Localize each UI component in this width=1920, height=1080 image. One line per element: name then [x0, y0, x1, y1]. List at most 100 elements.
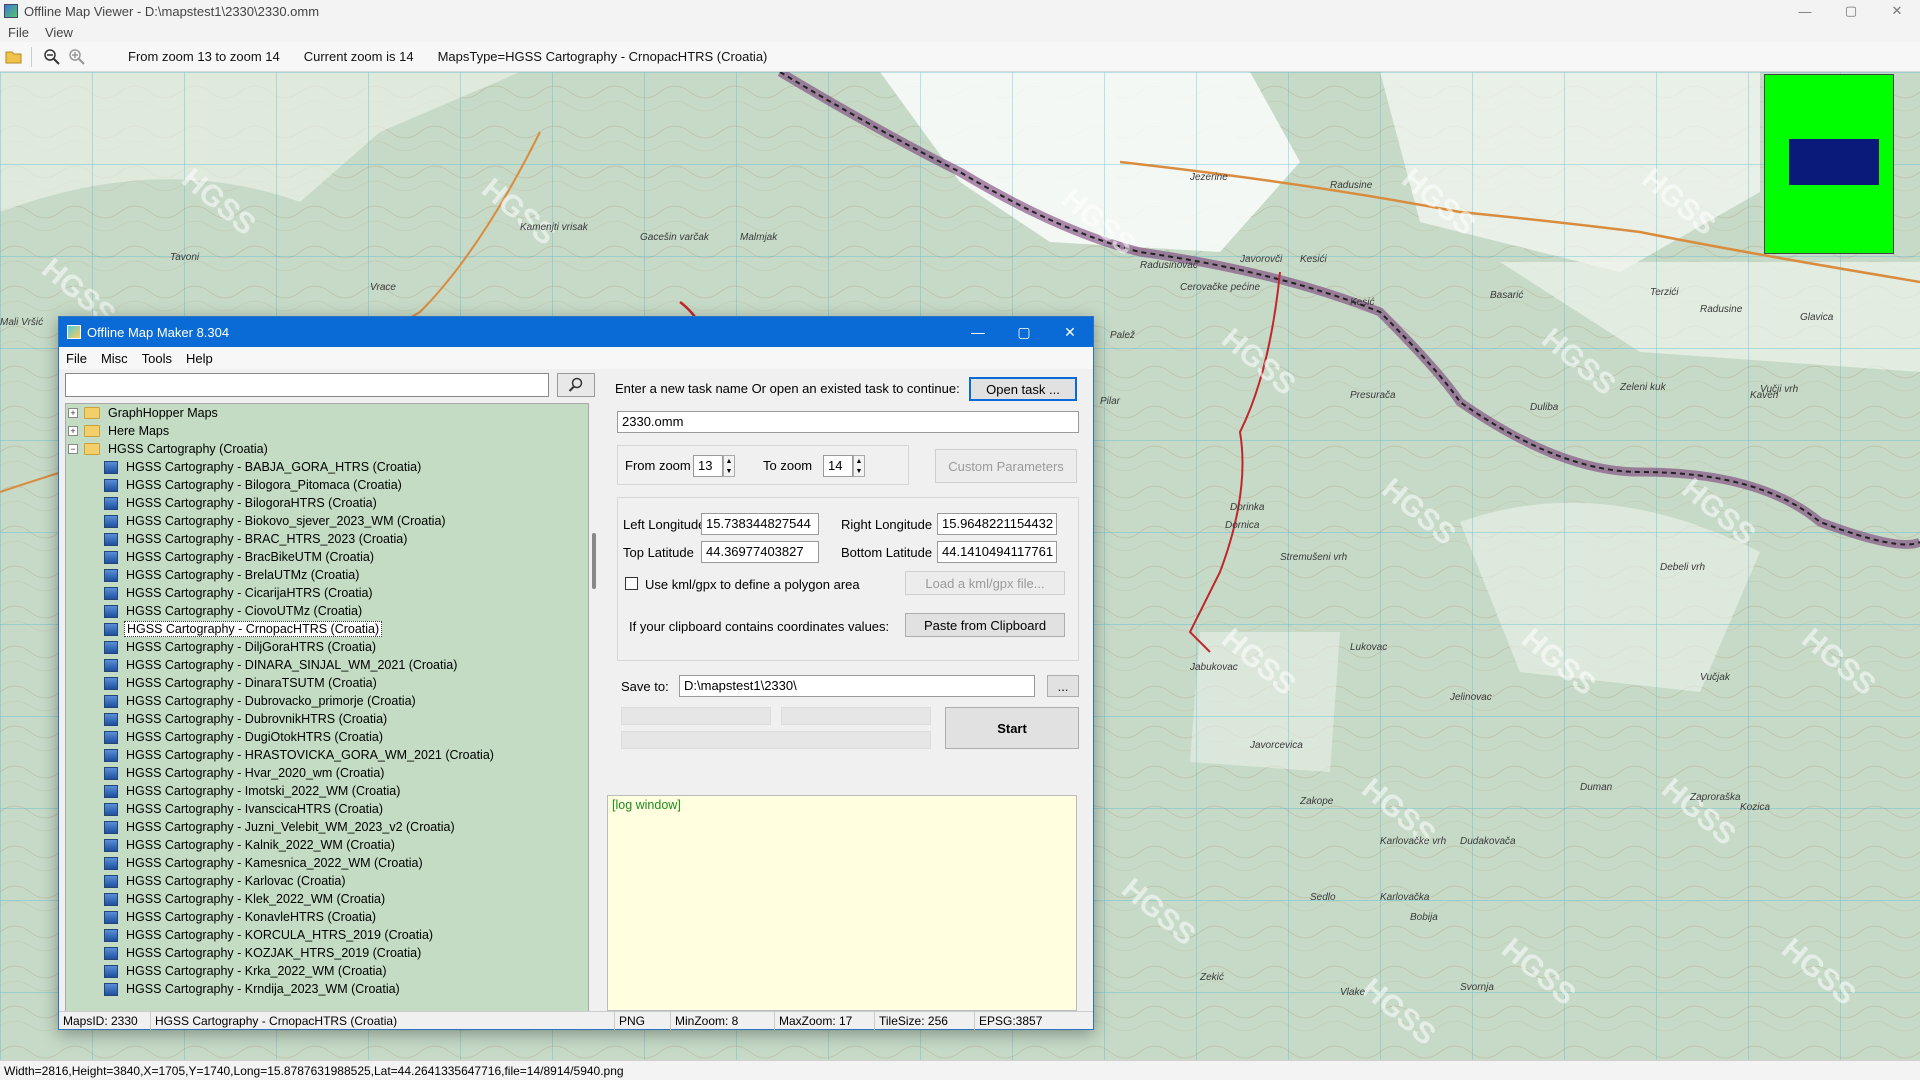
- open-task-button[interactable]: Open task ...: [969, 377, 1077, 401]
- app-icon: [4, 4, 18, 18]
- log-scrollbar[interactable]: [1077, 795, 1091, 1011]
- close-button[interactable]: ✕: [1874, 0, 1920, 22]
- tree-map-item[interactable]: HGSS Cartography - CiovoUTMz (Croatia): [66, 602, 588, 620]
- tree-map-item[interactable]: HGSS Cartography - BrelaUTMz (Croatia): [66, 566, 588, 584]
- from-zoom-spinner[interactable]: ▲ ▼: [723, 455, 735, 477]
- tree-scroll-thumb[interactable]: [592, 533, 596, 589]
- dialog-maximize-button[interactable]: ▢: [1001, 317, 1047, 347]
- task-name-input[interactable]: 2330.omm: [617, 411, 1079, 433]
- tree-map-item[interactable]: HGSS Cartography - Kamesnica_2022_WM (Cr…: [66, 854, 588, 872]
- overview-viewport[interactable]: [1789, 139, 1879, 185]
- format-status: PNG: [615, 1011, 671, 1030]
- tree-folder[interactable]: − HGSS Cartography (Croatia): [66, 440, 588, 458]
- tree-map-item[interactable]: HGSS Cartography - KORCULA_HTRS_2019 (Cr…: [66, 926, 588, 944]
- tree-map-item[interactable]: HGSS Cartography - BRAC_HTRS_2023 (Croat…: [66, 530, 588, 548]
- tree-map-item[interactable]: HGSS Cartography - Imotski_2022_WM (Croa…: [66, 782, 588, 800]
- dialog-menu-file[interactable]: File: [59, 351, 94, 366]
- right-longitude-label: Right Longitude: [841, 517, 933, 532]
- tree-folder[interactable]: + Here Maps: [66, 422, 588, 440]
- maps-search-input[interactable]: [65, 373, 549, 397]
- tree-scrollbar[interactable]: [589, 403, 601, 1013]
- folder-icon: [84, 425, 100, 437]
- tree-map-label: HGSS Cartography - DubrovnikHTRS (Croati…: [126, 712, 388, 726]
- tree-map-item[interactable]: HGSS Cartography - KOZJAK_HTRS_2019 (Cro…: [66, 944, 588, 962]
- tree-map-item[interactable]: HGSS Cartography - Hvar_2020_wm (Croatia…: [66, 764, 588, 782]
- dialog-menu-tools[interactable]: Tools: [135, 351, 179, 366]
- overview-minimap[interactable]: [1764, 74, 1894, 254]
- tree-map-item[interactable]: HGSS Cartography - BABJA_GORA_HTRS (Croa…: [66, 458, 588, 476]
- tree-map-item[interactable]: HGSS Cartography - BilogoraHTRS (Croatia…: [66, 494, 588, 512]
- tree-map-item[interactable]: HGSS Cartography - DinaraTSUTM (Croatia): [66, 674, 588, 692]
- search-button[interactable]: [557, 373, 595, 397]
- save-to-input[interactable]: D:\mapstest1\2330\: [679, 675, 1035, 697]
- zoom-out-icon[interactable]: [41, 46, 63, 68]
- log-window[interactable]: [log window]: [607, 795, 1077, 1011]
- start-button[interactable]: Start: [945, 707, 1079, 749]
- tree-map-item[interactable]: HGSS Cartography - DugiOtokHTRS (Croatia…: [66, 728, 588, 746]
- tree-map-item[interactable]: HGSS Cartography - DINARA_SINJAL_WM_2021…: [66, 656, 588, 674]
- map-source-icon: [104, 496, 118, 510]
- from-zoom-input[interactable]: 13: [693, 455, 723, 477]
- to-zoom-spinner[interactable]: ▲ ▼: [853, 455, 865, 477]
- use-kml-checkbox[interactable]: [625, 577, 638, 590]
- map-place-label: Zaproraška: [1690, 792, 1741, 803]
- open-folder-icon[interactable]: [3, 46, 25, 68]
- dialog-minimize-button[interactable]: —: [955, 317, 1001, 347]
- map-place-label: Zeleni kuk: [1620, 382, 1666, 393]
- minimize-button[interactable]: —: [1782, 0, 1828, 22]
- load-kml-button[interactable]: Load a kml/gpx file...: [905, 571, 1065, 595]
- to-zoom-input[interactable]: 14: [823, 455, 853, 477]
- tree-map-item[interactable]: HGSS Cartography - Dubrovacko_primorje (…: [66, 692, 588, 710]
- left-longitude-label: Left Longitude: [623, 517, 706, 532]
- tree-map-label: HGSS Cartography - CrnopacHTRS (Croatia): [124, 621, 383, 637]
- browse-button[interactable]: ...: [1047, 675, 1079, 697]
- toolbar-separator: [31, 46, 32, 67]
- tree-map-item[interactable]: HGSS Cartography - Biokovo_sjever_2023_W…: [66, 512, 588, 530]
- tree-map-item[interactable]: HGSS Cartography - CrnopacHTRS (Croatia): [66, 620, 588, 638]
- map-place-label: Basarić: [1490, 290, 1524, 301]
- tree-map-item[interactable]: HGSS Cartography - IvanscicaHTRS (Croati…: [66, 800, 588, 818]
- menu-view[interactable]: View: [37, 25, 81, 40]
- map-place-label: Glavica: [1800, 312, 1834, 323]
- tree-map-label: HGSS Cartography - HRASTOVICKA_GORA_WM_2…: [126, 748, 494, 762]
- tree-map-label: HGSS Cartography - BilogoraHTRS (Croatia…: [126, 496, 377, 510]
- tree-map-item[interactable]: HGSS Cartography - Juzni_Velebit_WM_2023…: [66, 818, 588, 836]
- tree-map-item[interactable]: HGSS Cartography - Klek_2022_WM (Croatia…: [66, 890, 588, 908]
- expand-toggle-icon[interactable]: +: [68, 408, 78, 418]
- tree-map-item[interactable]: HGSS Cartography - DubrovnikHTRS (Croati…: [66, 710, 588, 728]
- tree-map-item[interactable]: HGSS Cartography - Kalnik_2022_WM (Croat…: [66, 836, 588, 854]
- tree-map-item[interactable]: HGSS Cartography - DiljGoraHTRS (Croatia…: [66, 638, 588, 656]
- map-source-icon: [104, 622, 118, 636]
- dialog-close-button[interactable]: ✕: [1047, 317, 1093, 347]
- dialog-menu-help[interactable]: Help: [179, 351, 220, 366]
- tree-map-item[interactable]: HGSS Cartography - CicarijaHTRS (Croatia…: [66, 584, 588, 602]
- bottom-latitude-input[interactable]: 44.1410494117761: [937, 541, 1057, 563]
- maps-tree[interactable]: + GraphHopper Maps + Here Maps − HGSS Cartogr…: [65, 403, 589, 1013]
- tree-map-item[interactable]: HGSS Cartography - Krka_2022_WM (Croatia…: [66, 962, 588, 980]
- map-place-label: Zekić: [1200, 972, 1224, 983]
- maximize-button[interactable]: ▢: [1828, 0, 1874, 22]
- tree-map-label: HGSS Cartography - DinaraTSUTM (Croatia): [126, 676, 377, 690]
- expand-toggle-icon[interactable]: +: [68, 426, 78, 436]
- menu-file[interactable]: File: [0, 25, 37, 40]
- expand-toggle-icon[interactable]: −: [68, 444, 78, 454]
- tree-map-item[interactable]: HGSS Cartography - Bilogora_Pitomaca (Cr…: [66, 476, 588, 494]
- tree-map-item[interactable]: HGSS Cartography - Karlovac (Croatia): [66, 872, 588, 890]
- dialog-menu-misc[interactable]: Misc: [94, 351, 135, 366]
- custom-parameters-button[interactable]: Custom Parameters: [935, 449, 1077, 483]
- top-latitude-input[interactable]: 44.36977403827: [701, 541, 819, 563]
- tree-folder[interactable]: + GraphHopper Maps: [66, 404, 588, 422]
- tree-map-item[interactable]: HGSS Cartography - HRASTOVICKA_GORA_WM_2…: [66, 746, 588, 764]
- map-source-icon: [104, 946, 118, 960]
- tree-map-item[interactable]: HGSS Cartography - KonavleHTRS (Croatia): [66, 908, 588, 926]
- map-source-icon: [104, 766, 118, 780]
- epsg-status: EPSG:3857: [979, 1013, 1043, 1028]
- left-longitude-input[interactable]: 15.738344827544: [701, 513, 819, 535]
- tree-map-item[interactable]: HGSS Cartography - Krndija_2023_WM (Croa…: [66, 980, 588, 998]
- tree-map-item[interactable]: HGSS Cartography - BracBikeUTM (Croatia): [66, 548, 588, 566]
- save-to-label: Save to:: [621, 679, 669, 694]
- zoom-in-icon[interactable]: [66, 46, 88, 68]
- tree-map-label: HGSS Cartography - BRAC_HTRS_2023 (Croat…: [126, 532, 408, 546]
- right-longitude-input[interactable]: 15.9648221154432: [937, 513, 1057, 535]
- paste-from-clipboard-button[interactable]: Paste from Clipboard: [905, 613, 1065, 637]
